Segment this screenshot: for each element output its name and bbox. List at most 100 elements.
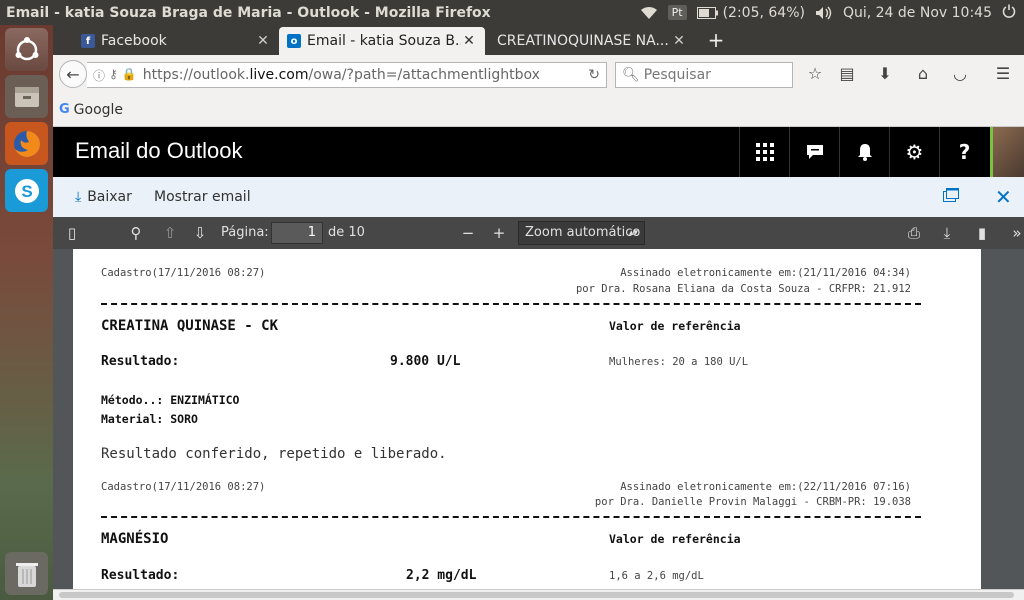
app-title[interactable]: Email do Outlook xyxy=(75,138,243,164)
tab-label: Email - katia Souza B... xyxy=(307,33,461,49)
outlook-header: Email do Outlook ⚙ ? xyxy=(53,127,1024,177)
show-email-button[interactable]: Mostrar email xyxy=(154,189,251,205)
registration-date: Cadastro(17/11/2016 08:27) xyxy=(101,481,266,493)
hamburger-menu-icon[interactable]: ☰ xyxy=(993,64,1013,84)
pdf-viewer-area[interactable]: Cadastro(17/11/2016 08:27) Assinado elet… xyxy=(53,249,1024,589)
next-page-icon[interactable]: ⇩ xyxy=(191,224,209,242)
power-icon[interactable] xyxy=(1002,4,1016,22)
skype-icon[interactable]: S xyxy=(5,169,48,212)
reload-icon[interactable]: ↻ xyxy=(588,67,600,83)
signed-date: Assinado eletronicamente em:(21/11/2016 … xyxy=(620,267,911,279)
sidebar-toggle-icon[interactable]: ▯ xyxy=(63,224,81,242)
bookmark-icon[interactable]: ▮ xyxy=(973,224,991,242)
tab-facebook[interactable]: f Facebook ✕ xyxy=(73,27,279,55)
close-icon[interactable]: ✕ xyxy=(995,185,1012,209)
new-tab-plus-icon[interactable]: + xyxy=(705,29,727,51)
find-icon[interactable]: ⚲ xyxy=(127,224,145,242)
key-icon: ⚷ xyxy=(109,66,118,81)
reference-value: 1,6 a 2,6 mg/dL xyxy=(609,570,704,582)
print-icon[interactable]: ⎙ xyxy=(905,224,923,242)
horizontal-scrollbar[interactable] xyxy=(53,589,1024,600)
help-question-icon[interactable]: ? xyxy=(939,127,989,177)
wifi-icon[interactable] xyxy=(640,6,658,20)
back-arrow-icon[interactable]: ← xyxy=(59,60,87,88)
method-value: ENZIMÁTICO xyxy=(170,393,240,407)
settings-gear-icon[interactable]: ⚙ xyxy=(889,127,939,177)
pocket-icon[interactable]: ◡ xyxy=(950,64,970,84)
home-icon[interactable]: ⌂ xyxy=(913,64,933,84)
navigation-toolbar: ← ⓘ ⚷ 🔒 https://outlook.live.com/owa/?pa… xyxy=(53,55,1024,93)
tab-label: CREATINOQUINASE NA... xyxy=(497,33,669,49)
tab-close-icon[interactable]: ✕ xyxy=(461,33,477,49)
battery-icon xyxy=(696,6,718,19)
dashed-divider xyxy=(101,303,921,305)
page-label: Página: xyxy=(221,225,269,240)
zoom-select[interactable]: Zoom automático ▴▾ xyxy=(518,221,645,245)
signer: por Dra. Rosana Eliana da Costa Souza - … xyxy=(575,283,911,295)
exam-title: CREATINA QUINASE - CK xyxy=(101,318,279,334)
scrollbar-thumb[interactable] xyxy=(59,592,1014,598)
bookmarks-toolbar: G Google xyxy=(53,93,1024,127)
result-label: Resultado: xyxy=(101,568,180,583)
registration-date: Cadastro(17/11/2016 08:27) xyxy=(101,267,266,279)
user-avatar[interactable] xyxy=(990,127,1024,177)
url-host: live.com xyxy=(249,67,309,83)
bookmark-google[interactable]: Google xyxy=(74,102,123,118)
ubuntu-dash-icon[interactable] xyxy=(5,28,48,71)
dashed-divider xyxy=(101,516,921,518)
url-path: /owa/?path=/attachmentlightbox xyxy=(308,67,540,83)
page-number-input[interactable]: 1 xyxy=(271,222,323,244)
downloads-arrow-icon[interactable]: ⬇ xyxy=(875,64,895,84)
result-label: Resultado: xyxy=(101,354,180,369)
volume-icon[interactable] xyxy=(815,6,833,20)
result-remark: Resultado conferido, repetido e liberado… xyxy=(101,446,447,462)
google-favicon-icon: G xyxy=(59,102,70,117)
clock[interactable]: Qui, 24 de Nov 10:45 xyxy=(843,5,992,21)
tab-outlook[interactable]: o Email - katia Souza B... ✕ xyxy=(279,27,485,55)
chat-icon[interactable] xyxy=(789,127,839,177)
firefox-icon[interactable] xyxy=(5,122,48,165)
bookmark-star-icon[interactable]: ☆ xyxy=(805,64,825,84)
app-launcher-grid-icon[interactable] xyxy=(739,127,789,177)
result-value: 9.800 U/L xyxy=(390,354,461,369)
search-bar[interactable]: 🔍︎ Pesquisar xyxy=(615,62,793,88)
reference-header: Valor de referência xyxy=(609,319,741,333)
tools-chevron-icon[interactable]: » xyxy=(1008,224,1024,242)
signed-date: Assinado eletronicamente em:(22/11/2016 … xyxy=(620,481,911,493)
tab-creatinoquinase[interactable]: CREATINOQUINASE NA... ✕ xyxy=(489,27,695,55)
download-button[interactable]: ⤓ Baixar xyxy=(75,189,132,205)
reference-header: Valor de referência xyxy=(609,532,741,546)
method-row: Método..: ENZIMÁTICO xyxy=(101,393,240,407)
zoom-value: Zoom automático xyxy=(525,225,641,240)
notifications-bell-icon[interactable] xyxy=(839,127,889,177)
tab-label: Facebook xyxy=(101,33,167,49)
zoom-out-icon[interactable]: − xyxy=(459,224,477,242)
save-download-icon[interactable]: ⤓ xyxy=(938,224,956,242)
zoom-in-icon[interactable]: + xyxy=(490,224,508,242)
tab-close-icon[interactable]: ✕ xyxy=(671,33,687,49)
previous-page-icon[interactable]: ⇧ xyxy=(161,224,179,242)
trash-icon[interactable] xyxy=(5,552,48,595)
pdf-page: Cadastro(17/11/2016 08:27) Assinado elet… xyxy=(73,249,981,589)
url-text[interactable]: https://outlook.live.com/owa/?path=/atta… xyxy=(143,67,606,83)
lock-icon: 🔒 xyxy=(121,66,137,81)
files-icon[interactable] xyxy=(5,75,48,118)
os-top-panel: Email - katia Souza Braga de Maria - Out… xyxy=(0,0,1024,25)
reading-list-icon[interactable]: ▤ xyxy=(837,64,857,84)
launcher: S xyxy=(0,25,53,600)
result-value: 2,2 mg/dL xyxy=(406,568,477,583)
info-icon: ⓘ xyxy=(93,68,106,83)
site-identity[interactable]: ⓘ ⚷ 🔒 xyxy=(87,67,143,84)
battery-indicator[interactable]: (2:05, 64%) xyxy=(696,5,805,21)
url-bar[interactable]: ⓘ ⚷ 🔒 https://outlook.live.com/owa/?path… xyxy=(87,62,607,88)
material-row: Material: SORO xyxy=(101,412,198,426)
firefox-window: f Facebook ✕ o Email - katia Souza B... … xyxy=(53,25,1024,600)
tab-close-icon[interactable]: ✕ xyxy=(255,33,271,49)
keyboard-layout-indicator[interactable]: Pt xyxy=(667,5,687,20)
signer: por Dra. Danielle Provin Malaggi - CRBM-… xyxy=(594,496,911,508)
url-prefix: https://outlook. xyxy=(142,67,250,83)
material-value: SORO xyxy=(170,412,198,426)
popout-window-icon[interactable] xyxy=(943,187,959,206)
window-title: Email - katia Souza Braga de Maria - Out… xyxy=(6,4,491,21)
pdf-toolbar: ▯ ⚲ ⇧ ⇩ Página: 1 de 10 − + Zoom automát… xyxy=(53,217,1024,249)
